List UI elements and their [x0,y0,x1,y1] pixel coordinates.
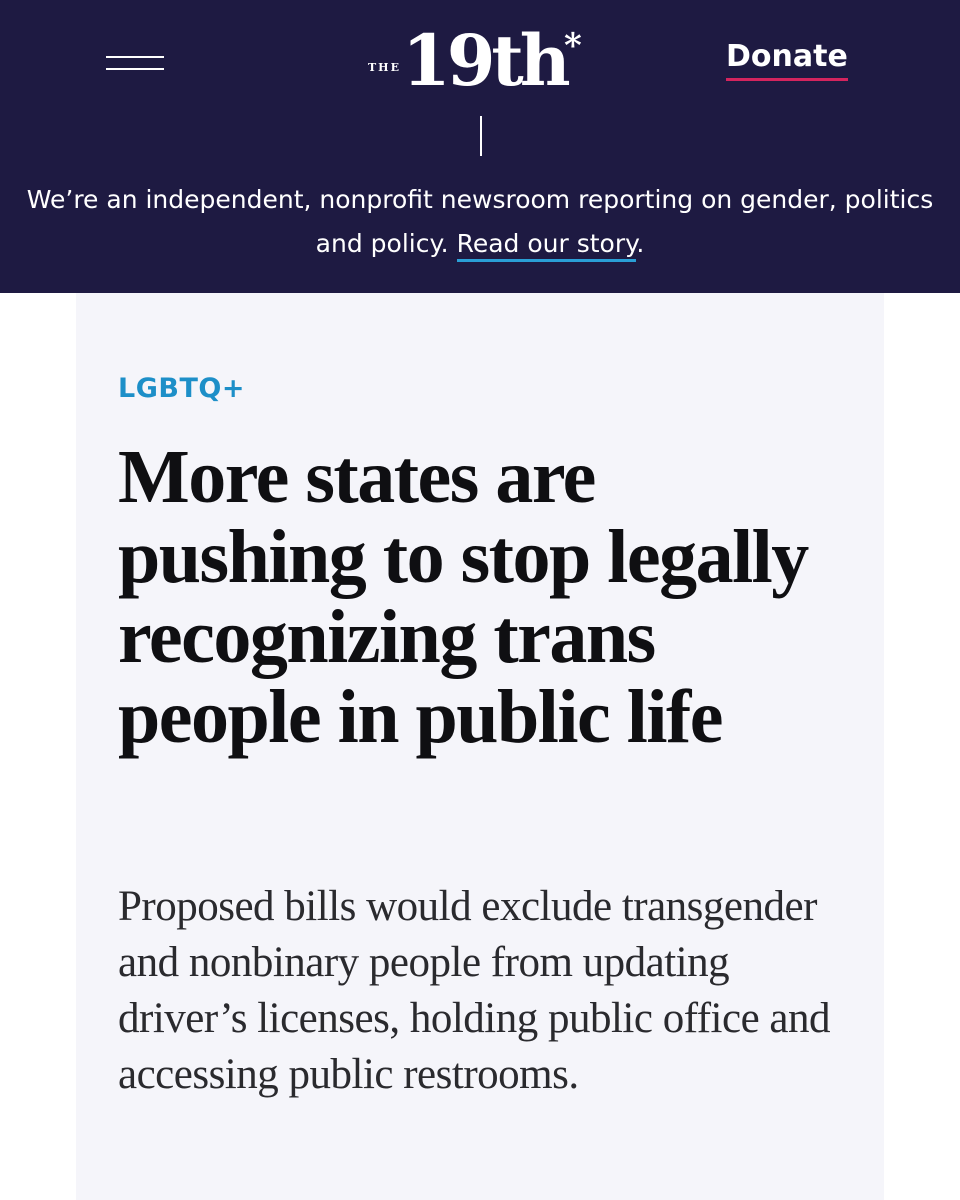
hamburger-menu-icon[interactable] [106,52,164,74]
logo-prefix: THE [368,61,401,74]
logo-asterisk: * [564,26,582,66]
article-header: LGBTQ+ More states are pushing to stop l… [76,293,884,1200]
tagline: We’re an independent, nonprofit newsroom… [0,178,960,266]
menu-bar-top [106,56,164,58]
logo-mark: 19th [402,19,571,102]
site-logo[interactable]: THE 19th * [368,19,588,108]
article-headline: More states are pushing to stop legally … [118,435,809,759]
menu-bar-bottom [106,68,164,70]
category-link[interactable]: LGBTQ+ [118,373,245,404]
article-dek: Proposed bills would exclude transgender… [118,883,831,1098]
logo-divider [480,116,482,156]
site-header: THE 19th * Donate We’re an independent, … [0,0,960,293]
read-our-story-link[interactable]: Read our story [456,229,637,262]
tagline-period: . [636,229,645,258]
donate-link[interactable]: Donate [726,40,848,81]
